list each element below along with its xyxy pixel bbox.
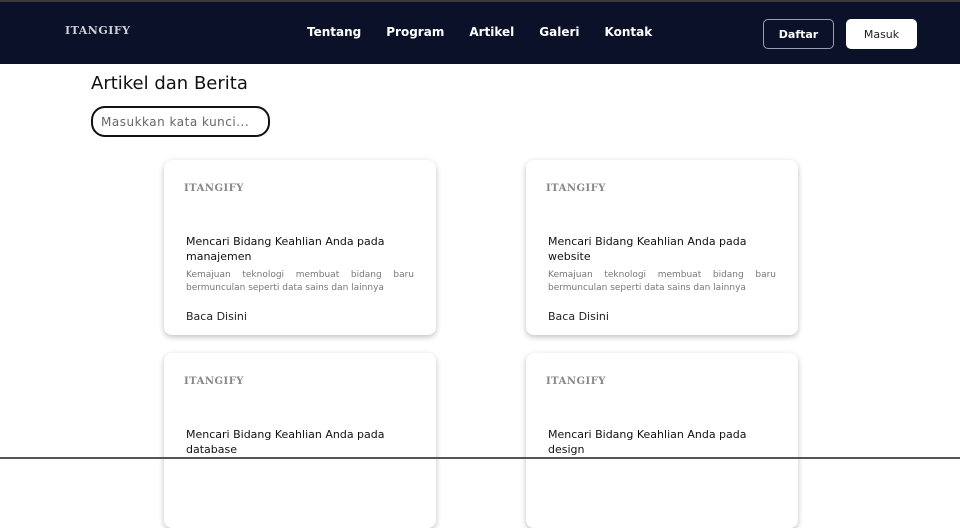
read-more-link[interactable]: Baca Disini bbox=[186, 310, 247, 323]
nav-program[interactable]: Program bbox=[386, 25, 444, 39]
article-title: Mencari Bidang Keahlian Anda pada design bbox=[548, 428, 747, 456]
article-card: ITANGIFY Mencari Bidang Keahlian Anda pa… bbox=[526, 160, 798, 335]
article-image-logo: ITANGIFY bbox=[184, 376, 244, 387]
search-input[interactable] bbox=[91, 106, 270, 137]
article-image-logo: ITANGIFY bbox=[546, 183, 606, 194]
article-title: Mencari Bidang Keahlian Anda pada manaje… bbox=[186, 235, 385, 263]
navbar: ITANGIFY Tentang Program Artikel Galeri … bbox=[0, 2, 960, 64]
nav-tentang[interactable]: Tentang bbox=[307, 25, 361, 39]
article-card: ITANGIFY Mencari Bidang Keahlian Anda pa… bbox=[164, 353, 436, 528]
read-more-link[interactable]: Baca Disini bbox=[548, 310, 609, 323]
article-card: ITANGIFY Mencari Bidang Keahlian Anda pa… bbox=[526, 353, 798, 528]
article-image-logo: ITANGIFY bbox=[184, 183, 244, 194]
article-title: Mencari Bidang Keahlian Anda pada websit… bbox=[548, 235, 747, 263]
article-description: Kemajuan teknologi membuat bidang baru b… bbox=[548, 270, 776, 293]
nav-artikel[interactable]: Artikel bbox=[469, 25, 514, 39]
nav-kontak[interactable]: Kontak bbox=[605, 25, 653, 39]
nav-galeri[interactable]: Galeri bbox=[539, 25, 579, 39]
page-title: Artikel dan Berita bbox=[91, 73, 248, 94]
register-button[interactable]: Daftar bbox=[763, 19, 834, 49]
nav-menu: Tentang Program Artikel Galeri Kontak bbox=[307, 25, 677, 39]
logo[interactable]: ITANGIFY bbox=[65, 24, 131, 37]
article-description: Kemajuan teknologi membuat bidang baru b… bbox=[186, 270, 414, 293]
article-image-logo: ITANGIFY bbox=[546, 376, 606, 387]
login-button[interactable]: Masuk bbox=[846, 19, 917, 49]
article-card: ITANGIFY Mencari Bidang Keahlian Anda pa… bbox=[164, 160, 436, 335]
article-title: Mencari Bidang Keahlian Anda pada databa… bbox=[186, 428, 385, 456]
